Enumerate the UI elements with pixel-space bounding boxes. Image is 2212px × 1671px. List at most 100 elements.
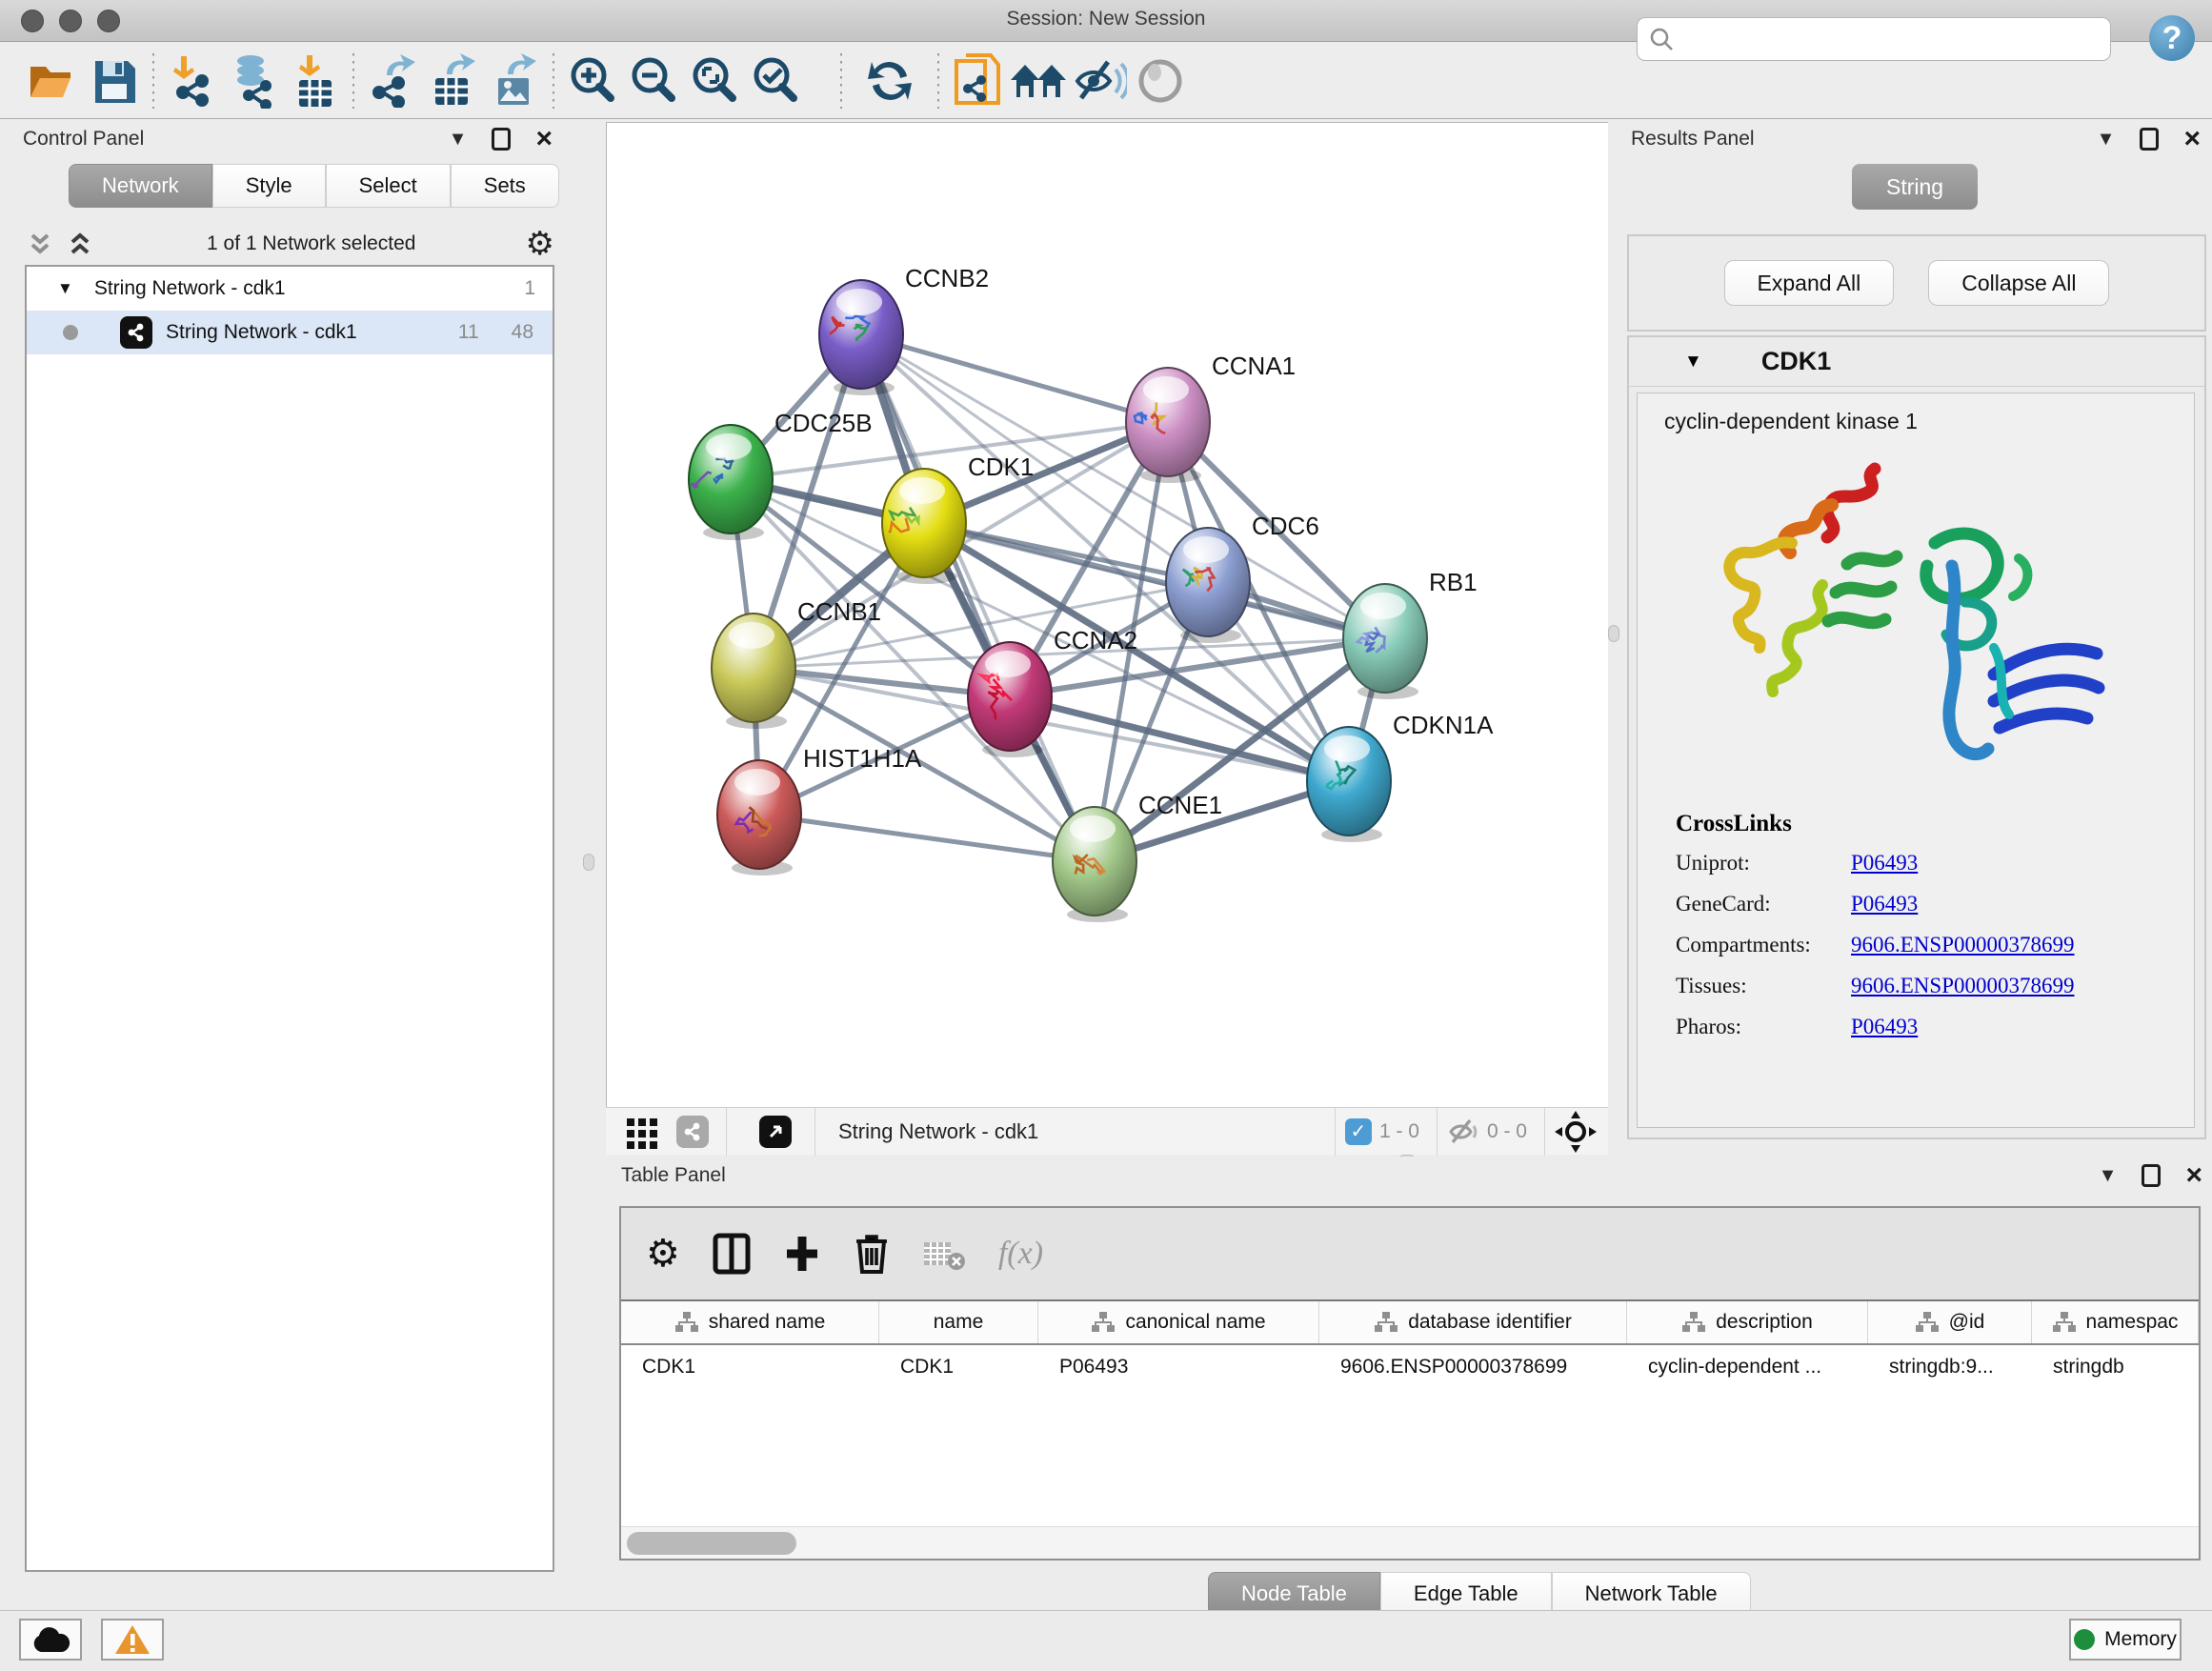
table-cell[interactable]: P06493 (1038, 1345, 1319, 1389)
table-cell[interactable]: stringdb:9... (1868, 1345, 2032, 1389)
crosslink-link[interactable]: 9606.ENSP00000378699 (1851, 974, 2075, 998)
column-header-shared-name[interactable]: shared name (621, 1301, 879, 1343)
zoom-selected-button[interactable] (745, 52, 806, 110)
table-settings-gear-icon[interactable]: ⚙ (646, 1232, 680, 1276)
tab-network[interactable]: Network (69, 164, 212, 208)
warnings-button[interactable] (101, 1619, 164, 1661)
crosslink-link[interactable]: 9606.ENSP00000378699 (1851, 933, 2075, 957)
float-panel-icon[interactable]: ▼ (2097, 129, 2116, 151)
table-cell[interactable]: 9606.ENSP00000378699 (1319, 1345, 1627, 1389)
share-document-button[interactable] (947, 52, 1008, 110)
table-cell[interactable]: CDK1 (879, 1345, 1038, 1389)
open-session-button[interactable] (23, 52, 84, 110)
hide-selected-button[interactable] (1069, 52, 1130, 110)
zoom-fit-button[interactable] (684, 52, 745, 110)
sphere-icon (1136, 57, 1184, 105)
close-panel-icon[interactable]: × (2185, 1166, 2202, 1185)
expand-all-tree-icon[interactable] (65, 230, 97, 258)
maximize-panel-icon[interactable] (2142, 1164, 2161, 1187)
zoom-in-icon (566, 54, 619, 108)
import-table-button[interactable] (284, 52, 345, 110)
grid-view-icon[interactable] (623, 1113, 661, 1151)
homes-button[interactable] (1008, 52, 1069, 110)
maximize-panel-icon[interactable] (2140, 128, 2159, 151)
column-header-namespac[interactable]: namespac (2032, 1301, 2199, 1343)
detach-view-icon[interactable] (759, 1116, 792, 1148)
tab-sets[interactable]: Sets (451, 164, 559, 208)
network-edge[interactable] (861, 334, 1095, 861)
export-table-button[interactable] (423, 52, 484, 110)
birdseye-view-icon[interactable] (676, 1116, 709, 1148)
column-header-description[interactable]: description (1627, 1301, 1868, 1343)
crosslink-link[interactable]: P06493 (1851, 1015, 1918, 1039)
network-node-hist1h1a[interactable]: HIST1H1A (717, 744, 922, 876)
right-splitter-handle[interactable] (1608, 625, 1619, 642)
export-network-button[interactable] (362, 52, 423, 110)
node-gloss (1183, 536, 1229, 563)
cloud-status-button[interactable] (19, 1619, 82, 1661)
network-node-cdkn1a[interactable]: CDKN1A (1307, 711, 1494, 842)
network-row[interactable]: String Network - cdk1 11 48 (27, 311, 553, 354)
network-options-gear-icon[interactable]: ⚙ (526, 225, 554, 263)
zoom-in-button[interactable] (562, 52, 623, 110)
function-builder-icon: f(x) (998, 1236, 1043, 1272)
table-row[interactable]: CDK1CDK1P064939606.ENSP00000378699cyclin… (621, 1345, 2199, 1389)
tab-select[interactable]: Select (326, 164, 451, 208)
table-cell[interactable]: stringdb (2032, 1345, 2199, 1389)
collapse-all-tree-icon[interactable] (25, 230, 57, 258)
column-header-name[interactable]: name (879, 1301, 1038, 1343)
close-panel-icon[interactable]: × (2183, 130, 2201, 149)
node-section-header[interactable]: ▼ CDK1 (1629, 337, 2204, 387)
float-panel-icon[interactable]: ▼ (449, 129, 468, 151)
maximize-panel-icon[interactable] (492, 128, 511, 151)
tab-style[interactable]: Style (212, 164, 326, 208)
scrollbar-thumb[interactable] (627, 1532, 796, 1555)
import-network-button[interactable] (162, 52, 223, 110)
column-header-canonical-name[interactable]: canonical name (1038, 1301, 1319, 1343)
control-panel-tabs: NetworkStyleSelectSets (69, 164, 559, 208)
left-splitter-handle[interactable] (583, 854, 594, 871)
network-node-ccne1[interactable]: CCNE1 (1053, 791, 1222, 922)
network-node-rb1[interactable]: RB1 (1343, 568, 1478, 699)
import-network-from-database-button[interactable] (223, 52, 284, 110)
collapse-all-button[interactable]: Collapse All (1928, 260, 2109, 306)
hidden-eye-slash-icon[interactable] (1447, 1117, 1479, 1146)
column-header-database-identifier[interactable]: database identifier (1319, 1301, 1627, 1343)
show-columns-icon[interactable] (713, 1233, 751, 1275)
zoom-out-button[interactable] (623, 52, 684, 110)
table-horizontal-scrollbar[interactable] (621, 1526, 2199, 1559)
crosslink-label: Pharos: (1676, 1015, 1851, 1039)
memory-button[interactable]: Memory (2069, 1619, 2182, 1661)
search-input[interactable] (1674, 28, 2083, 51)
help-button[interactable]: ? (2149, 15, 2195, 61)
tab-string[interactable]: String (1852, 164, 1978, 210)
collection-expander-icon[interactable]: ▼ (57, 279, 73, 298)
network-node-cdc6[interactable]: CDC6 (1166, 512, 1319, 643)
crosslink-row: GeneCard:P06493 (1676, 892, 2075, 916)
add-column-icon[interactable] (783, 1233, 821, 1275)
node-gloss (1143, 376, 1189, 403)
save-session-button[interactable] (84, 52, 145, 110)
expand-all-button[interactable]: Expand All (1724, 260, 1895, 306)
delete-column-trash-icon[interactable] (854, 1232, 890, 1276)
selected-nodes-checkbox[interactable]: ✓ (1345, 1118, 1372, 1145)
network-collection-row[interactable]: ▼ String Network - cdk1 1 (27, 267, 553, 311)
section-expander-icon[interactable]: ▼ (1684, 352, 1702, 372)
fit-content-crosshair-icon[interactable] (1555, 1111, 1597, 1153)
node-label: CCNA1 (1212, 352, 1296, 380)
column-label: @id (1949, 1311, 1985, 1334)
crosslink-link[interactable]: P06493 (1851, 851, 1918, 876)
float-panel-icon[interactable]: ▼ (2099, 1165, 2118, 1187)
show-all-button[interactable] (1130, 52, 1191, 110)
crosslink-link[interactable]: P06493 (1851, 892, 1918, 916)
network-edge[interactable] (759, 815, 1095, 861)
column-header--id[interactable]: @id (1868, 1301, 2032, 1343)
close-panel-icon[interactable]: × (535, 130, 553, 149)
network-canvas[interactable]: CCNB2CCNA1CDC25BCDK1CDC6RB1CCNB1CCNA2CDK… (606, 122, 1608, 1107)
refresh-view-button[interactable] (859, 52, 920, 110)
export-image-button[interactable] (484, 52, 545, 110)
table-cell[interactable]: cyclin-dependent ... (1627, 1345, 1868, 1389)
table-cell[interactable]: CDK1 (621, 1345, 879, 1389)
memory-label: Memory (2104, 1628, 2177, 1651)
control-panel: Control Panel ▼ × NetworkStyleSelectSets… (10, 122, 566, 1581)
